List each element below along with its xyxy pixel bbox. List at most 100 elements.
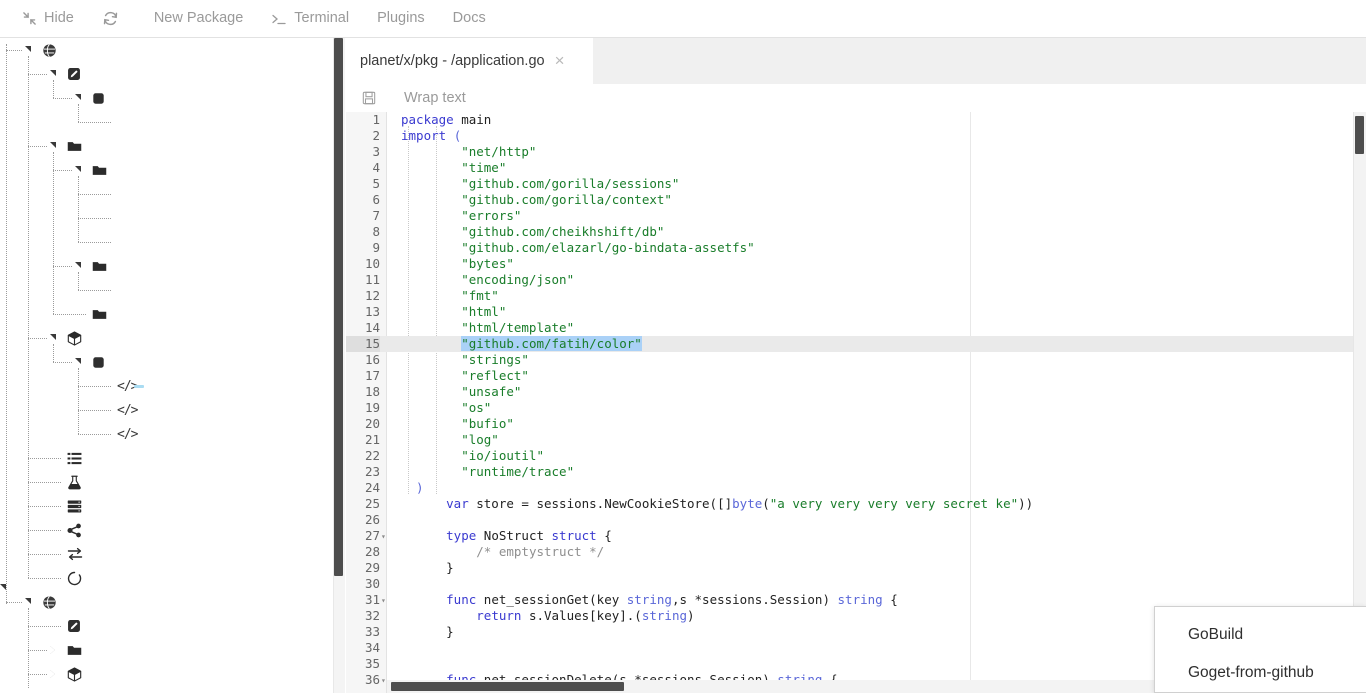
tree-node-build-center[interactable] [0, 494, 333, 518]
code-line-text: "errors" [401, 208, 522, 223]
code-line-text: "os" [401, 400, 492, 415]
code-line[interactable]: 22 "io/ioutil" [346, 448, 1366, 464]
tree-twisty-expanded[interactable] [72, 158, 84, 182]
refresh-button[interactable] [88, 0, 140, 38]
new-package-button[interactable]: New Package [140, 0, 257, 38]
editor-vertical-scrollbar-thumb[interactable] [1355, 116, 1364, 154]
code-line[interactable]: 13 "html" [346, 304, 1366, 320]
code-line[interactable]: 20 "bufio" [346, 416, 1366, 432]
tree-node-your-404-page-tmpl[interactable] [0, 206, 333, 230]
tree-node-web-resources[interactable] [0, 134, 333, 158]
tree-node-logs[interactable] [0, 446, 333, 470]
code-line[interactable]: 18 "unsafe" [346, 384, 1366, 400]
plugins-button[interactable]: Plugins [363, 0, 439, 38]
code-line[interactable]: 6 "github.com/gorilla/context" [346, 192, 1366, 208]
code-line[interactable]: 7 "errors" [346, 208, 1366, 224]
code-line[interactable]: 16 "strings" [346, 352, 1366, 368]
tree-node-new-pkg-test[interactable] [0, 590, 333, 614]
code-line[interactable]: 29 } [346, 560, 1366, 576]
code-line[interactable]: 10 "bytes" [346, 256, 1366, 272]
context-menu-item-gobuild[interactable]: GoBuild [1155, 616, 1366, 654]
code-line[interactable]: 19 "os" [346, 400, 1366, 416]
tree-node-testing[interactable] [0, 470, 333, 494]
application-window: Hide New Package Terminal Plugins Docs <… [0, 0, 1366, 693]
code-line[interactable]: 11 "encoding/json" [346, 272, 1366, 288]
docs-label: Docs [452, 10, 486, 27]
editor-pane: planet/x/pkg - /application.go × Wrap te… [346, 38, 1366, 693]
editor-horizontal-scrollbar-thumb[interactable] [391, 682, 624, 691]
code-line[interactable]: 25 var store = sessions.NewCookieStore([… [346, 496, 1366, 512]
code-line[interactable]: 24 ) [346, 480, 1366, 496]
tree-node-application-go[interactable]: </> [0, 374, 333, 398]
line-number: 25 [364, 496, 380, 511]
tree-twisty-expanded[interactable] [47, 326, 59, 350]
tree-twisty-collapsed[interactable] [47, 638, 59, 662]
tree-node-tes2[interactable] [0, 254, 333, 278]
code-line[interactable]: 15 "github.com/fatih/color" [346, 336, 1366, 352]
tree-twisty-expanded[interactable] [22, 590, 34, 614]
code-line[interactable]: 9 "github.com/elazarl/go-bindata-assetfs… [346, 240, 1366, 256]
context-menu[interactable]: GoBuild Goget-from-github [1154, 606, 1366, 693]
terminal-button[interactable]: Terminal [257, 0, 363, 38]
code-line[interactable]: 28 /* emptystruct */ [346, 544, 1366, 560]
code-line[interactable]: 5 "github.com/gorilla/sessions" [346, 176, 1366, 192]
editor-tab-application-go[interactable]: planet/x/pkg - /application.go × [346, 38, 593, 84]
line-number: 11 [364, 272, 380, 287]
tree-node-planet-x-pkg[interactable] [0, 38, 333, 62]
tree-node-template-bundles[interactable] [0, 614, 333, 638]
tree-node-interfaces[interactable] [0, 518, 333, 542]
code-line[interactable]: 1 package main [346, 112, 1366, 128]
tree-node-sample[interactable] [0, 110, 333, 134]
tree-node-template-pipelines[interactable] [0, 542, 333, 566]
tree-node-web-resources[interactable] [0, 638, 333, 662]
fold-toggle-icon[interactable]: ▾ [381, 528, 389, 544]
line-number: 3 [372, 144, 380, 159]
tree-twisty-collapsed[interactable] [47, 662, 59, 686]
line-number: 26 [364, 512, 380, 527]
code-line[interactable]: 30 [346, 576, 1366, 592]
close-icon[interactable]: × [545, 38, 575, 84]
tree-node-test[interactable] [0, 302, 333, 326]
code-line[interactable]: 4 "time" [346, 160, 1366, 176]
tree-twisty-expanded[interactable] [47, 62, 59, 86]
code-line[interactable]: 2 import ( [346, 128, 1366, 144]
code-line[interactable]: 12 "fmt" [346, 288, 1366, 304]
hide-button[interactable]: Hide [0, 0, 88, 38]
code-line[interactable]: 8 "github.com/cheikhshift/db" [346, 224, 1366, 240]
project-sidebar[interactable]: </> </> </> [0, 38, 333, 693]
line-number: 33 [364, 624, 380, 639]
sidebar-scrollbar-thumb[interactable] [334, 38, 343, 576]
tree-twisty-expanded[interactable] [72, 254, 84, 278]
code-line[interactable]: 21 "log" [346, 432, 1366, 448]
tree-node-bindata-go[interactable]: </> [0, 398, 333, 422]
tree-node-file[interactable] [0, 278, 333, 302]
tree-node-template-bundles[interactable] [0, 62, 333, 86]
tree-node-testfile-go[interactable]: </> [0, 422, 333, 446]
code-line[interactable]: 3 "net/http" [346, 144, 1366, 160]
tree-twisty-expanded[interactable] [22, 38, 34, 62]
tree-twisty-expanded[interactable] [72, 86, 84, 110]
tree-node-web-services[interactable] [0, 566, 333, 590]
tree-node-go-src[interactable] [0, 326, 333, 350]
tree-node-newbundle[interactable] [0, 86, 333, 110]
wrap-text-toggle[interactable]: Wrap text [404, 90, 466, 106]
code-line[interactable]: 17 "reflect" [346, 368, 1366, 384]
tree-node[interactable] [0, 158, 333, 182]
tree-node-go-src[interactable] [0, 662, 333, 686]
fold-toggle-icon[interactable]: ▾ [381, 592, 389, 608]
docs-button[interactable]: Docs [439, 0, 500, 38]
code-line[interactable]: 27 ▾ type NoStruct struct { [346, 528, 1366, 544]
code-line[interactable]: 26 [346, 512, 1366, 528]
tree-twisty-expanded[interactable] [47, 134, 59, 158]
tree-node-your-500-page-tmpl[interactable] [0, 230, 333, 254]
tree-node-index-html[interactable] [0, 182, 333, 206]
code-line[interactable]: 14 "html/template" [346, 320, 1366, 336]
context-menu-item-goget[interactable]: Goget-from-github [1155, 654, 1366, 692]
save-disk-icon[interactable] [358, 84, 380, 112]
code-line-text: "github.com/gorilla/context" [401, 192, 672, 207]
project-tree[interactable]: </> </> </> [0, 38, 333, 693]
tree-node[interactable] [0, 350, 333, 374]
code-line[interactable]: 23 "runtime/trace" [346, 464, 1366, 480]
tree-twisty-expanded[interactable] [72, 350, 84, 374]
line-number: 9 [372, 240, 380, 255]
